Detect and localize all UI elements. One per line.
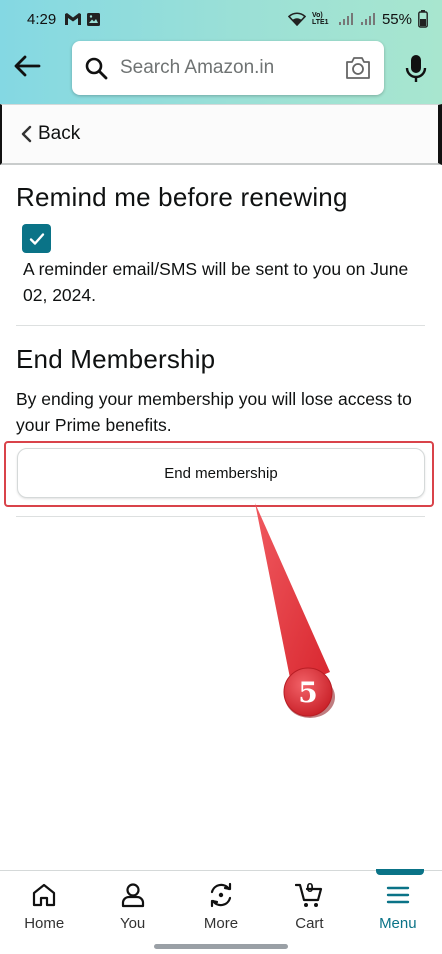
- nav-more-label: More: [203, 915, 239, 932]
- end-membership-description: By ending your membership you will lose …: [16, 389, 412, 435]
- network-label: Vo) LTE1: [311, 12, 329, 26]
- end-membership-section: End Membership By ending your membership…: [16, 344, 426, 435]
- back-arrow-icon[interactable]: [12, 51, 42, 81]
- status-time: 4:29: [27, 10, 57, 28]
- search-icon: [85, 57, 108, 80]
- nav-cart-label: Cart: [295, 915, 324, 932]
- camera-icon[interactable]: [344, 55, 372, 81]
- search-bar[interactable]: [72, 41, 384, 95]
- checkmark-icon: [29, 232, 44, 245]
- nav-menu-label: Menu: [379, 915, 417, 932]
- nav-home-label: Home: [24, 915, 65, 932]
- nav-home[interactable]: Home: [0, 871, 88, 938]
- home-icon: [33, 883, 56, 907]
- pointer-arrow: [255, 503, 330, 688]
- user-icon: [121, 883, 144, 908]
- search-input[interactable]: [120, 57, 330, 79]
- status-bar: 4:29 Vo) LTE1 55%: [0, 0, 442, 38]
- step-badge: [283, 667, 333, 717]
- cart-count-badge: 0: [306, 880, 314, 895]
- remind-section: Remind me before renewing A reminder ema…: [16, 182, 426, 305]
- wifi-icon: [287, 12, 306, 26]
- battery-percent: 55%: [381, 10, 412, 28]
- section-divider-2: [16, 516, 425, 517]
- remind-checkbox[interactable]: [22, 224, 51, 253]
- signal-icon-2: [360, 13, 375, 25]
- image-icon: [87, 12, 101, 26]
- nav-cart[interactable]: 0 Cart: [265, 871, 353, 938]
- end-membership-button[interactable]: End membership: [17, 448, 425, 498]
- nav-you[interactable]: You: [88, 871, 176, 938]
- menu-icon: [386, 886, 410, 904]
- step-number: 5: [298, 676, 317, 709]
- reminder-text: A reminder email/SMS will be sent to you…: [23, 259, 409, 305]
- microphone-icon[interactable]: [404, 54, 428, 84]
- remind-heading: Remind me before renewing: [16, 182, 348, 212]
- signal-icon: [338, 13, 353, 25]
- nav-more[interactable]: More: [177, 871, 265, 938]
- battery-icon: [418, 10, 428, 28]
- back-button[interactable]: Back: [20, 123, 80, 145]
- app-header: 4:29 Vo) LTE1 55%: [0, 0, 442, 104]
- back-label: Back: [38, 123, 81, 144]
- nav-you-label: You: [119, 915, 146, 932]
- gmail-icon: [65, 13, 82, 25]
- gesture-handle[interactable]: [154, 944, 288, 949]
- chevron-left-icon: [21, 125, 32, 143]
- more-icon: [210, 882, 232, 908]
- section-divider: [16, 325, 425, 326]
- bottom-nav: Home You More 0 Cart Menu: [0, 869, 442, 938]
- nav-menu[interactable]: Menu: [354, 869, 442, 938]
- end-membership-heading: End Membership: [16, 344, 216, 374]
- back-bar: Back: [0, 104, 442, 165]
